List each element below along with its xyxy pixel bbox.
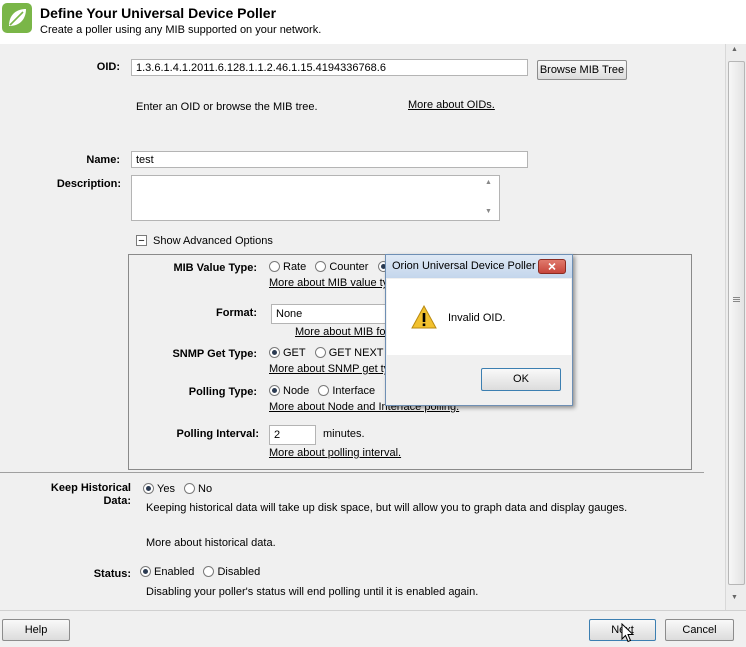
page-title: Define Your Universal Device Poller [40, 5, 277, 21]
dialog-body: Invalid OID. [387, 279, 571, 355]
format-label: Format: [216, 307, 257, 319]
more-about-mib-format-link[interactable]: More about MIB form [295, 326, 398, 338]
scrollbar-down-arrow-icon[interactable]: ▼ [731, 594, 738, 601]
polling-type-label: Polling Type: [188, 386, 257, 398]
section-divider [0, 472, 704, 473]
scrollbar-thumb[interactable] [728, 61, 745, 585]
name-label: Name: [86, 154, 120, 166]
radio-rate[interactable]: Rate [269, 261, 306, 273]
collapse-toggle-icon[interactable]: − [136, 235, 147, 247]
status-description: Disabling your poller's status will end … [146, 586, 479, 598]
oid-label: OID: [96, 61, 120, 73]
scrollbar-up-arrow-icon[interactable]: ▲ [731, 46, 738, 53]
wizard-header: Define Your Universal Device Poller Crea… [0, 0, 746, 44]
description-label: Description: [56, 178, 121, 190]
wizard-footer: Help Next Cancel [0, 610, 746, 647]
invalid-oid-dialog: Orion Universal Device Poller Invalid OI… [385, 254, 573, 406]
radio-disabled[interactable]: Disabled [203, 566, 260, 578]
more-about-historical-data: More about historical data. [146, 537, 276, 549]
mib-value-type-label: MIB Value Type: [173, 262, 257, 274]
oid-hint: Enter an OID or browse the MIB tree. [136, 101, 318, 113]
scroll-down-arrow-icon[interactable]: ▼ [485, 208, 492, 215]
polling-type-radio-group: Node Interface [269, 385, 381, 397]
radio-node-icon[interactable] [269, 385, 280, 396]
radio-get-icon[interactable] [269, 347, 280, 358]
radio-rate-icon[interactable] [269, 261, 280, 272]
keep-historical-radio-group: Yes No [143, 483, 218, 495]
radio-get-next-icon[interactable] [314, 347, 326, 358]
warning-icon [411, 305, 437, 329]
radio-counter-icon[interactable] [315, 261, 327, 272]
radio-interface[interactable]: Interface [318, 385, 375, 397]
dialog-title: Orion Universal Device Poller [392, 260, 536, 272]
name-input[interactable]: test [131, 151, 528, 168]
wizard-content: OID: 1.3.6.1.4.1.2011.6.128.1.1.2.46.1.1… [0, 44, 725, 610]
polling-interval-unit: minutes. [323, 428, 365, 440]
help-button[interactable]: Help [2, 619, 70, 641]
scroll-up-arrow-icon[interactable]: ▲ [485, 179, 492, 186]
radio-counter[interactable]: Counter [315, 261, 368, 273]
dialog-close-button[interactable] [538, 259, 566, 274]
radio-interface-icon[interactable] [318, 385, 330, 396]
scrollbar-grip-icon [733, 297, 740, 298]
radio-get[interactable]: GET [269, 347, 306, 359]
radio-enabled-icon[interactable] [140, 566, 151, 577]
dialog-ok-button[interactable]: OK [481, 368, 561, 391]
keep-historical-description: Keeping historical data will take up dis… [146, 502, 628, 514]
snmp-get-type-radio-group: GET GET NEXT [269, 347, 390, 359]
more-about-polling-interval-link[interactable]: More about polling interval. [269, 447, 401, 459]
dialog-message: Invalid OID. [448, 312, 506, 324]
dialog-title-bar: Orion Universal Device Poller [386, 255, 572, 278]
radio-enabled[interactable]: Enabled [140, 566, 194, 578]
more-about-mib-value-type-link[interactable]: More about MIB value typ [269, 277, 394, 289]
mouse-cursor-icon [621, 623, 635, 643]
solarwinds-leaf-logo-icon [2, 3, 32, 33]
polling-interval-label: Polling Interval: [176, 428, 259, 440]
radio-yes[interactable]: Yes [143, 483, 175, 495]
status-radio-group: Enabled Disabled [140, 566, 266, 578]
oid-input[interactable]: 1.3.6.1.4.1.2011.6.128.1.1.2.46.1.15.419… [131, 59, 528, 76]
radio-disabled-icon[interactable] [203, 566, 215, 577]
vertical-scrollbar[interactable]: ▲ ▼ [725, 44, 746, 610]
close-icon [548, 263, 556, 270]
browse-mib-tree-button[interactable]: Browse MIB Tree [537, 60, 627, 80]
snmp-get-type-label: SNMP Get Type: [172, 348, 257, 360]
show-advanced-options-label[interactable]: Show Advanced Options [153, 235, 273, 247]
radio-no[interactable]: No [184, 483, 212, 495]
keep-historical-data-label: Keep Historical Data: [50, 482, 131, 507]
polling-interval-input[interactable]: 2 [269, 425, 316, 445]
format-dropdown[interactable]: None [271, 304, 391, 324]
radio-yes-icon[interactable] [143, 483, 154, 494]
description-textarea[interactable] [131, 175, 500, 221]
radio-no-icon[interactable] [184, 483, 196, 494]
more-about-oids-link[interactable]: More about OIDs. [408, 99, 495, 111]
cancel-button[interactable]: Cancel [665, 619, 734, 641]
radio-get-next[interactable]: GET NEXT [314, 347, 384, 359]
page-subtitle: Create a poller using any MIB supported … [40, 24, 322, 36]
more-about-snmp-get-type-link[interactable]: More about SNMP get typ [269, 363, 395, 375]
radio-node[interactable]: Node [269, 385, 309, 397]
status-label: Status: [93, 568, 131, 580]
